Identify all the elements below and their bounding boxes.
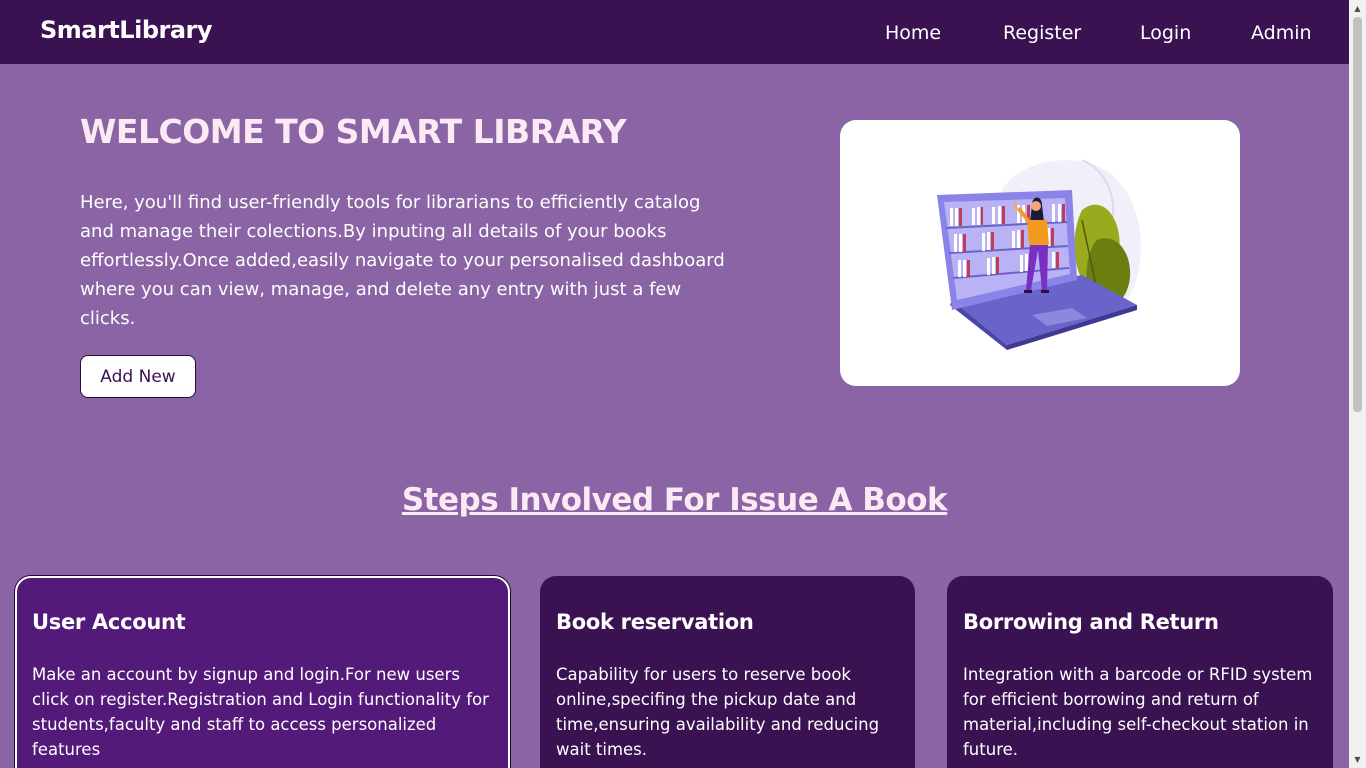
top-navbar: SmartLibrary Home Register Login Admin bbox=[0, 0, 1349, 64]
step-card-text: Integration with a barcode or RFID syste… bbox=[963, 665, 1313, 759]
nav-admin-link[interactable]: Admin bbox=[1251, 22, 1312, 44]
hero-description: Here, you'll find user-friendly tools fo… bbox=[80, 192, 725, 329]
hero-title: WELCOME TO SMART LIBRARY bbox=[80, 112, 627, 151]
steps-section-title: Steps Involved For Issue A Book bbox=[401, 482, 948, 518]
nav-login-link[interactable]: Login bbox=[1140, 22, 1191, 44]
step-card-title: Book reservation bbox=[556, 610, 754, 634]
hero-illustration-card bbox=[840, 120, 1240, 386]
step-card-user-account[interactable]: User Account Make an account by signup a… bbox=[15, 576, 510, 768]
scrollbar-thumb[interactable] bbox=[1353, 17, 1362, 412]
nav-register-link[interactable]: Register bbox=[1003, 22, 1081, 44]
add-new-button[interactable]: Add New bbox=[80, 355, 196, 398]
library-illustration-icon bbox=[937, 159, 1141, 350]
scroll-down-arrow-icon[interactable]: ▼ bbox=[1349, 751, 1366, 768]
nav-home-link[interactable]: Home bbox=[885, 22, 941, 44]
step-card-text: Make an account by signup and login.For … bbox=[32, 665, 489, 759]
step-card-book-reservation[interactable]: Book reservation Capability for users to… bbox=[540, 576, 915, 768]
step-card-text: Capability for users to reserve book onl… bbox=[556, 665, 880, 759]
brand-logo[interactable]: SmartLibrary bbox=[40, 16, 213, 44]
step-card-title: User Account bbox=[32, 610, 186, 634]
step-card-title: Borrowing and Return bbox=[963, 610, 1219, 634]
vertical-scrollbar[interactable]: ▲ ▼ bbox=[1349, 0, 1366, 768]
scroll-up-arrow-icon[interactable]: ▲ bbox=[1349, 0, 1366, 17]
step-card-borrowing-return[interactable]: Borrowing and Return Integration with a … bbox=[947, 576, 1333, 768]
